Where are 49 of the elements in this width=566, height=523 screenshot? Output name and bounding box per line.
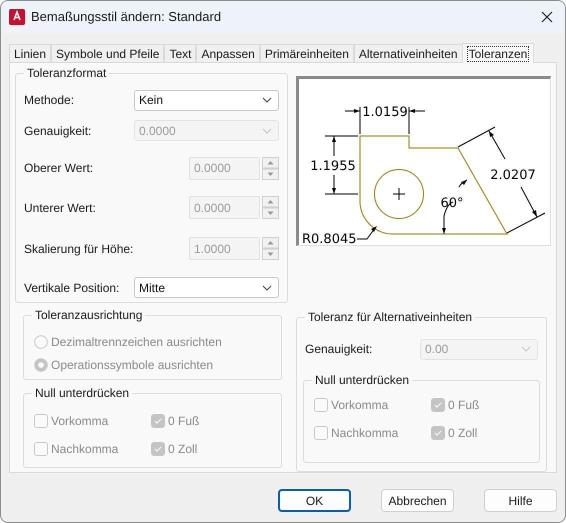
dialog-button[interactable]: Abbrechen bbox=[381, 489, 454, 512]
tab[interactable]: Toleranzen bbox=[462, 43, 534, 63]
checkbox-label: Vorkomma bbox=[331, 396, 388, 414]
checkbox-label: 0 Zoll bbox=[168, 440, 198, 458]
group-title: Null unterdrücken bbox=[312, 373, 412, 387]
app-icon bbox=[9, 9, 25, 25]
tab[interactable]: Anpassen bbox=[196, 44, 260, 62]
dialog-button[interactable]: Hilfe bbox=[484, 489, 557, 512]
field-label: Methode: bbox=[24, 92, 74, 109]
dropdown[interactable]: Mitte bbox=[134, 277, 279, 298]
field-label: Genauigkeit: bbox=[305, 341, 372, 358]
option-label: Dezimaltrennzeichen ausrichten bbox=[51, 334, 222, 350]
group-title: Toleranzformat bbox=[24, 66, 110, 80]
checkbox-label: 0 Zoll bbox=[448, 424, 478, 442]
checkbox-label: 0 Fuß bbox=[168, 412, 200, 430]
spin-arrows-icon[interactable] bbox=[262, 156, 279, 180]
dropdown[interactable]: Kein bbox=[134, 90, 279, 110]
dimension-text: 1.0159 bbox=[362, 105, 408, 120]
checkbox-label: Nachkomma bbox=[331, 424, 398, 442]
group-title: Null unterdrücken bbox=[32, 386, 132, 400]
checkbox-label: Vorkomma bbox=[51, 412, 108, 430]
checkbox-label: 0 Fuß bbox=[448, 396, 480, 414]
close-icon[interactable] bbox=[541, 11, 553, 23]
field-label: Genauigkeit: bbox=[24, 122, 92, 140]
field-label: Unterer Wert: bbox=[24, 200, 96, 216]
tab[interactable]: Primäreinheiten bbox=[260, 44, 354, 62]
chevron-down-icon bbox=[262, 284, 272, 290]
group-title: Toleranzausrichtung bbox=[32, 308, 146, 322]
dimension-text: 60° bbox=[440, 196, 464, 211]
spin-arrows-icon[interactable] bbox=[262, 237, 279, 260]
window-title: Bemaßungsstil ändern: Standard bbox=[31, 8, 222, 26]
group-title: Toleranz für Alternativeinheiten bbox=[305, 310, 476, 324]
tab[interactable]: Symbole und Pfeile bbox=[51, 44, 164, 62]
dimension-text: 2.0207 bbox=[490, 168, 536, 183]
field-label: Oberer Wert: bbox=[24, 160, 94, 177]
dialog-button[interactable]: OK bbox=[278, 489, 351, 512]
field-label: Skalierung für Höhe: bbox=[24, 240, 134, 258]
option-label: Operationssymbole ausrichten bbox=[51, 356, 214, 374]
tab[interactable]: Linien bbox=[9, 44, 52, 62]
chevron-down-icon bbox=[521, 346, 531, 352]
chevron-down-icon bbox=[262, 128, 272, 134]
checkbox-label: Nachkomma bbox=[51, 440, 118, 458]
tab[interactable]: Alternativeinheiten bbox=[354, 44, 463, 62]
spin-arrows-icon[interactable] bbox=[262, 196, 279, 219]
field-label: Vertikale Position: bbox=[24, 280, 120, 296]
chevron-down-icon bbox=[262, 97, 272, 103]
dimension-text: R0.8045 bbox=[302, 232, 357, 245]
dimension-text: 1.1955 bbox=[310, 159, 356, 174]
tab[interactable]: Text bbox=[164, 44, 196, 62]
